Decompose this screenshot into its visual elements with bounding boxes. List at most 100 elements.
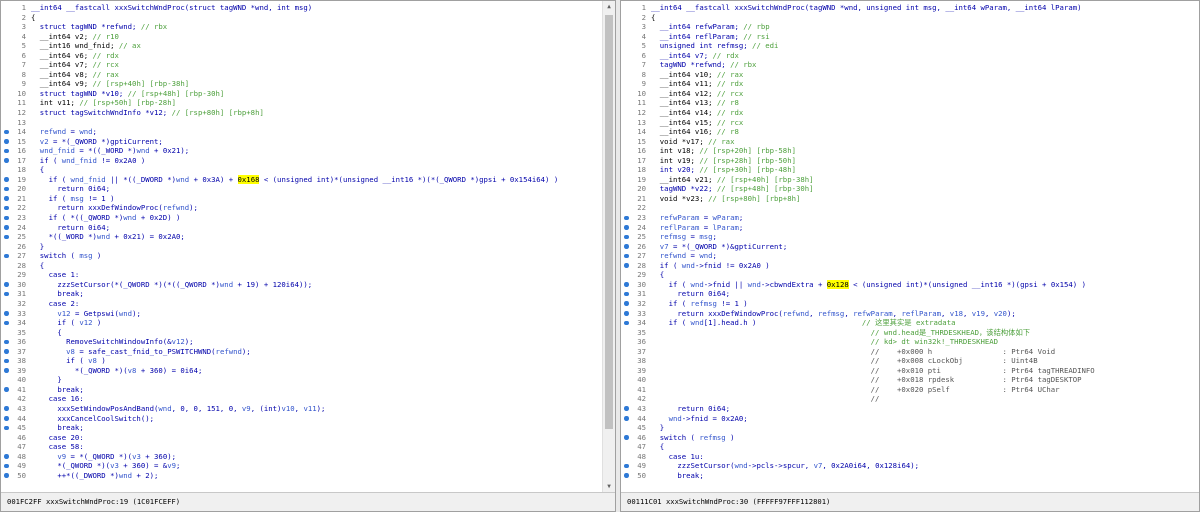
breakpoint-dot-icon[interactable] <box>624 253 629 259</box>
code-line[interactable]: 7 __int64 v7; // rcx <box>1 60 615 70</box>
code-line[interactable]: 41 break; <box>1 385 615 395</box>
code-line[interactable]: 10 __int64 v12; // rcx <box>621 89 1199 99</box>
breakpoint-dot-icon[interactable] <box>4 158 9 163</box>
breakpoint-dot-icon[interactable] <box>624 244 629 249</box>
code-line[interactable]: 6 __int64 v6; // rdx <box>1 51 615 61</box>
code-line[interactable]: 36 RemoveSwitchWindowInfo(&v12); <box>1 337 615 347</box>
breakpoint-dot-icon[interactable] <box>4 387 9 392</box>
code-line[interactable]: 12 struct tagSwitchWndInfo *v12; // [rsp… <box>1 108 615 118</box>
code-line[interactable]: 4 __int64 reflParam; // rsi <box>621 32 1199 42</box>
code-line[interactable]: 31 return 0i64; <box>621 289 1199 299</box>
breakpoint-dot-icon[interactable] <box>4 196 9 201</box>
code-line[interactable]: 22 return xxxDefWindowProc(refwnd); <box>1 203 615 213</box>
code-line[interactable]: 24 return 0i64; <box>1 223 615 233</box>
code-line[interactable]: 15 void *v17; // rax <box>621 137 1199 147</box>
breakpoint-dot-icon[interactable] <box>4 416 9 421</box>
code-line[interactable]: 36 // kd> dt win32k!_THRDESKHEAD <box>621 337 1199 347</box>
code-line[interactable]: 47 { <box>621 442 1199 452</box>
breakpoint-dot-icon[interactable] <box>624 291 629 297</box>
code-line[interactable]: 7 tagWND *refwnd; // rbx <box>621 60 1199 70</box>
code-line[interactable]: 5 unsigned int refmsg; // edi <box>621 41 1199 51</box>
breakpoint-dot-icon[interactable] <box>624 215 629 221</box>
code-line[interactable]: 1 __int64 __fastcall xxxSwitchWndProc(tag… <box>621 3 1199 13</box>
breakpoint-dot-icon[interactable] <box>4 177 9 182</box>
breakpoint-dot-icon[interactable] <box>4 205 9 211</box>
code-line[interactable]: 18 { <box>1 165 615 175</box>
breakpoint-dot-icon[interactable] <box>624 282 629 287</box>
code-line[interactable]: 45 break; <box>1 423 615 433</box>
code-line[interactable]: 3 struct tagWND *refwnd; // rbx <box>1 22 615 32</box>
code-line[interactable]: 15 v2 = *(_QWORD *)gptiCurrent; <box>1 137 615 147</box>
breakpoint-dot-icon[interactable] <box>4 129 9 135</box>
code-line[interactable]: 17 if ( wnd_fnid != 0x2A0 ) <box>1 156 615 166</box>
code-line[interactable]: 43 xxxSetWindowPosAndBand(wnd, 0, 0, 151… <box>1 404 615 414</box>
breakpoint-dot-icon[interactable] <box>4 463 9 469</box>
breakpoint-dot-icon[interactable] <box>624 416 629 421</box>
code-line[interactable]: 32 if ( refmsg != 1 ) <box>621 299 1199 309</box>
breakpoint-dot-icon[interactable] <box>624 225 629 230</box>
breakpoint-dot-icon[interactable] <box>4 368 9 373</box>
code-line[interactable]: 24 reflParam = lParam; <box>621 223 1199 233</box>
breakpoint-dot-icon[interactable] <box>4 186 9 192</box>
code-line[interactable]: 38 // +0x008 cLockObj : Uint4B <box>621 356 1199 366</box>
code-line[interactable]: 30 zzzSetCursor(*(_QWORD *)(*((_QWORD *)… <box>1 280 615 290</box>
code-line[interactable]: 11 int v11; // [rsp+50h] [rbp-28h] <box>1 98 615 108</box>
code-line[interactable]: 49 *(_QWORD *)(v3 + 360) = &v9; <box>1 461 615 471</box>
code-line[interactable]: 19 if ( wnd_fnid || *((_DWORD *)wnd + 0x… <box>1 174 615 185</box>
code-line[interactable]: 20 return 0i64; <box>1 184 615 194</box>
breakpoint-dot-icon[interactable] <box>624 435 629 440</box>
code-line[interactable]: 46 switch ( refmsg ) <box>621 433 1199 443</box>
code-line[interactable]: 31 break; <box>1 289 615 299</box>
code-line[interactable]: 49 zzzSetCursor(wnd->pcls->spcur, v7, 0x… <box>621 461 1199 471</box>
code-line[interactable]: 34 if ( v12 ) <box>1 318 615 328</box>
code-line[interactable]: 32 case 2: <box>1 299 615 309</box>
code-line[interactable]: 23 if ( *((_QWORD *)wnd + 0x2D) ) <box>1 213 615 223</box>
code-line[interactable]: 42 case 16: <box>1 394 615 404</box>
breakpoint-dot-icon[interactable] <box>624 406 629 411</box>
breakpoint-dot-icon[interactable] <box>4 473 9 478</box>
code-line[interactable]: 40 } <box>1 375 615 385</box>
breakpoint-dot-icon[interactable] <box>4 215 9 221</box>
breakpoint-dot-icon[interactable] <box>624 234 629 240</box>
scroll-up-icon[interactable]: ▲ <box>603 1 615 13</box>
code-line[interactable]: 19 __int64 v21; // [rsp+40h] [rbp-38h] <box>621 175 1199 185</box>
code-line[interactable]: 29 case 1: <box>1 270 615 280</box>
left-scroll-thumb[interactable] <box>605 15 613 429</box>
code-line[interactable]: 29 { <box>621 270 1199 280</box>
code-line[interactable]: 33 return xxxDefWindowProc(refwnd, refms… <box>621 309 1199 319</box>
code-line[interactable]: 2{ <box>621 13 1199 23</box>
code-line[interactable]: 4 __int64 v2; // r10 <box>1 32 615 42</box>
code-line[interactable]: 35 // wnd.head是_THRDESKHEAD，该结构体如下 <box>621 328 1199 338</box>
code-line[interactable]: 16 wnd_fnid = *((_WORD *)wnd + 0x21); <box>1 146 615 156</box>
breakpoint-dot-icon[interactable] <box>4 148 9 154</box>
left-code-view[interactable]: 1 __int64 __fastcall xxxSwitchWndProc(str… <box>1 3 615 480</box>
code-line[interactable]: 48 case 1u: <box>621 452 1199 462</box>
code-line[interactable]: 45 } <box>621 423 1199 433</box>
code-line[interactable]: 39 *(_QWORD *)(v8 + 360) = 0i64; <box>1 366 615 376</box>
code-line[interactable]: 30 if ( wnd->fnid || wnd->cbwndExtra + 0… <box>621 279 1199 290</box>
code-line[interactable]: 6 __int64 v7; // rdx <box>621 51 1199 61</box>
code-line[interactable]: 20 tagWND *v22; // [rsp+48h] [rbp-30h] <box>621 184 1199 194</box>
breakpoint-dot-icon[interactable] <box>624 263 629 268</box>
code-line[interactable]: 14 __int64 v16; // r8 <box>621 127 1199 137</box>
code-line[interactable]: 33 v12 = Getpswi(wnd); <box>1 309 615 319</box>
left-vertical-scrollbar[interactable]: ▲ ▼ <box>602 1 615 493</box>
breakpoint-dot-icon[interactable] <box>4 253 9 259</box>
code-line[interactable]: 28 { <box>1 261 615 271</box>
code-line[interactable]: 34 if ( wnd[1].head.h ) // 这里其实是 extrada… <box>621 318 1199 328</box>
code-line[interactable]: 21 void *v23; // [rsp+80h] [rbp+8h] <box>621 194 1199 204</box>
breakpoint-dot-icon[interactable] <box>4 291 9 297</box>
code-line[interactable]: 9 __int64 v11; // rdx <box>621 79 1199 89</box>
code-line[interactable]: 38 if ( v8 ) <box>1 356 615 366</box>
code-line[interactable]: 2{ <box>1 13 615 23</box>
code-line[interactable]: 44 wnd->fnid = 0x2A0; <box>621 414 1199 424</box>
code-line[interactable]: 40 // +0x018 rpdesk : Ptr64 tagDESKTOP <box>621 375 1199 385</box>
code-line[interactable]: 41 // +0x020 pSelf : Ptr64 UChar <box>621 385 1199 395</box>
breakpoint-dot-icon[interactable] <box>624 301 629 306</box>
code-line[interactable]: 35 { <box>1 328 615 338</box>
code-line[interactable]: 25 *((_WORD *)wnd + 0x21) = 0x2A0; <box>1 232 615 242</box>
breakpoint-dot-icon[interactable] <box>4 139 9 144</box>
breakpoint-dot-icon[interactable] <box>4 225 9 230</box>
code-line[interactable]: 47 case 58: <box>1 442 615 452</box>
code-line[interactable]: 25 refmsg = msg; <box>621 232 1199 242</box>
